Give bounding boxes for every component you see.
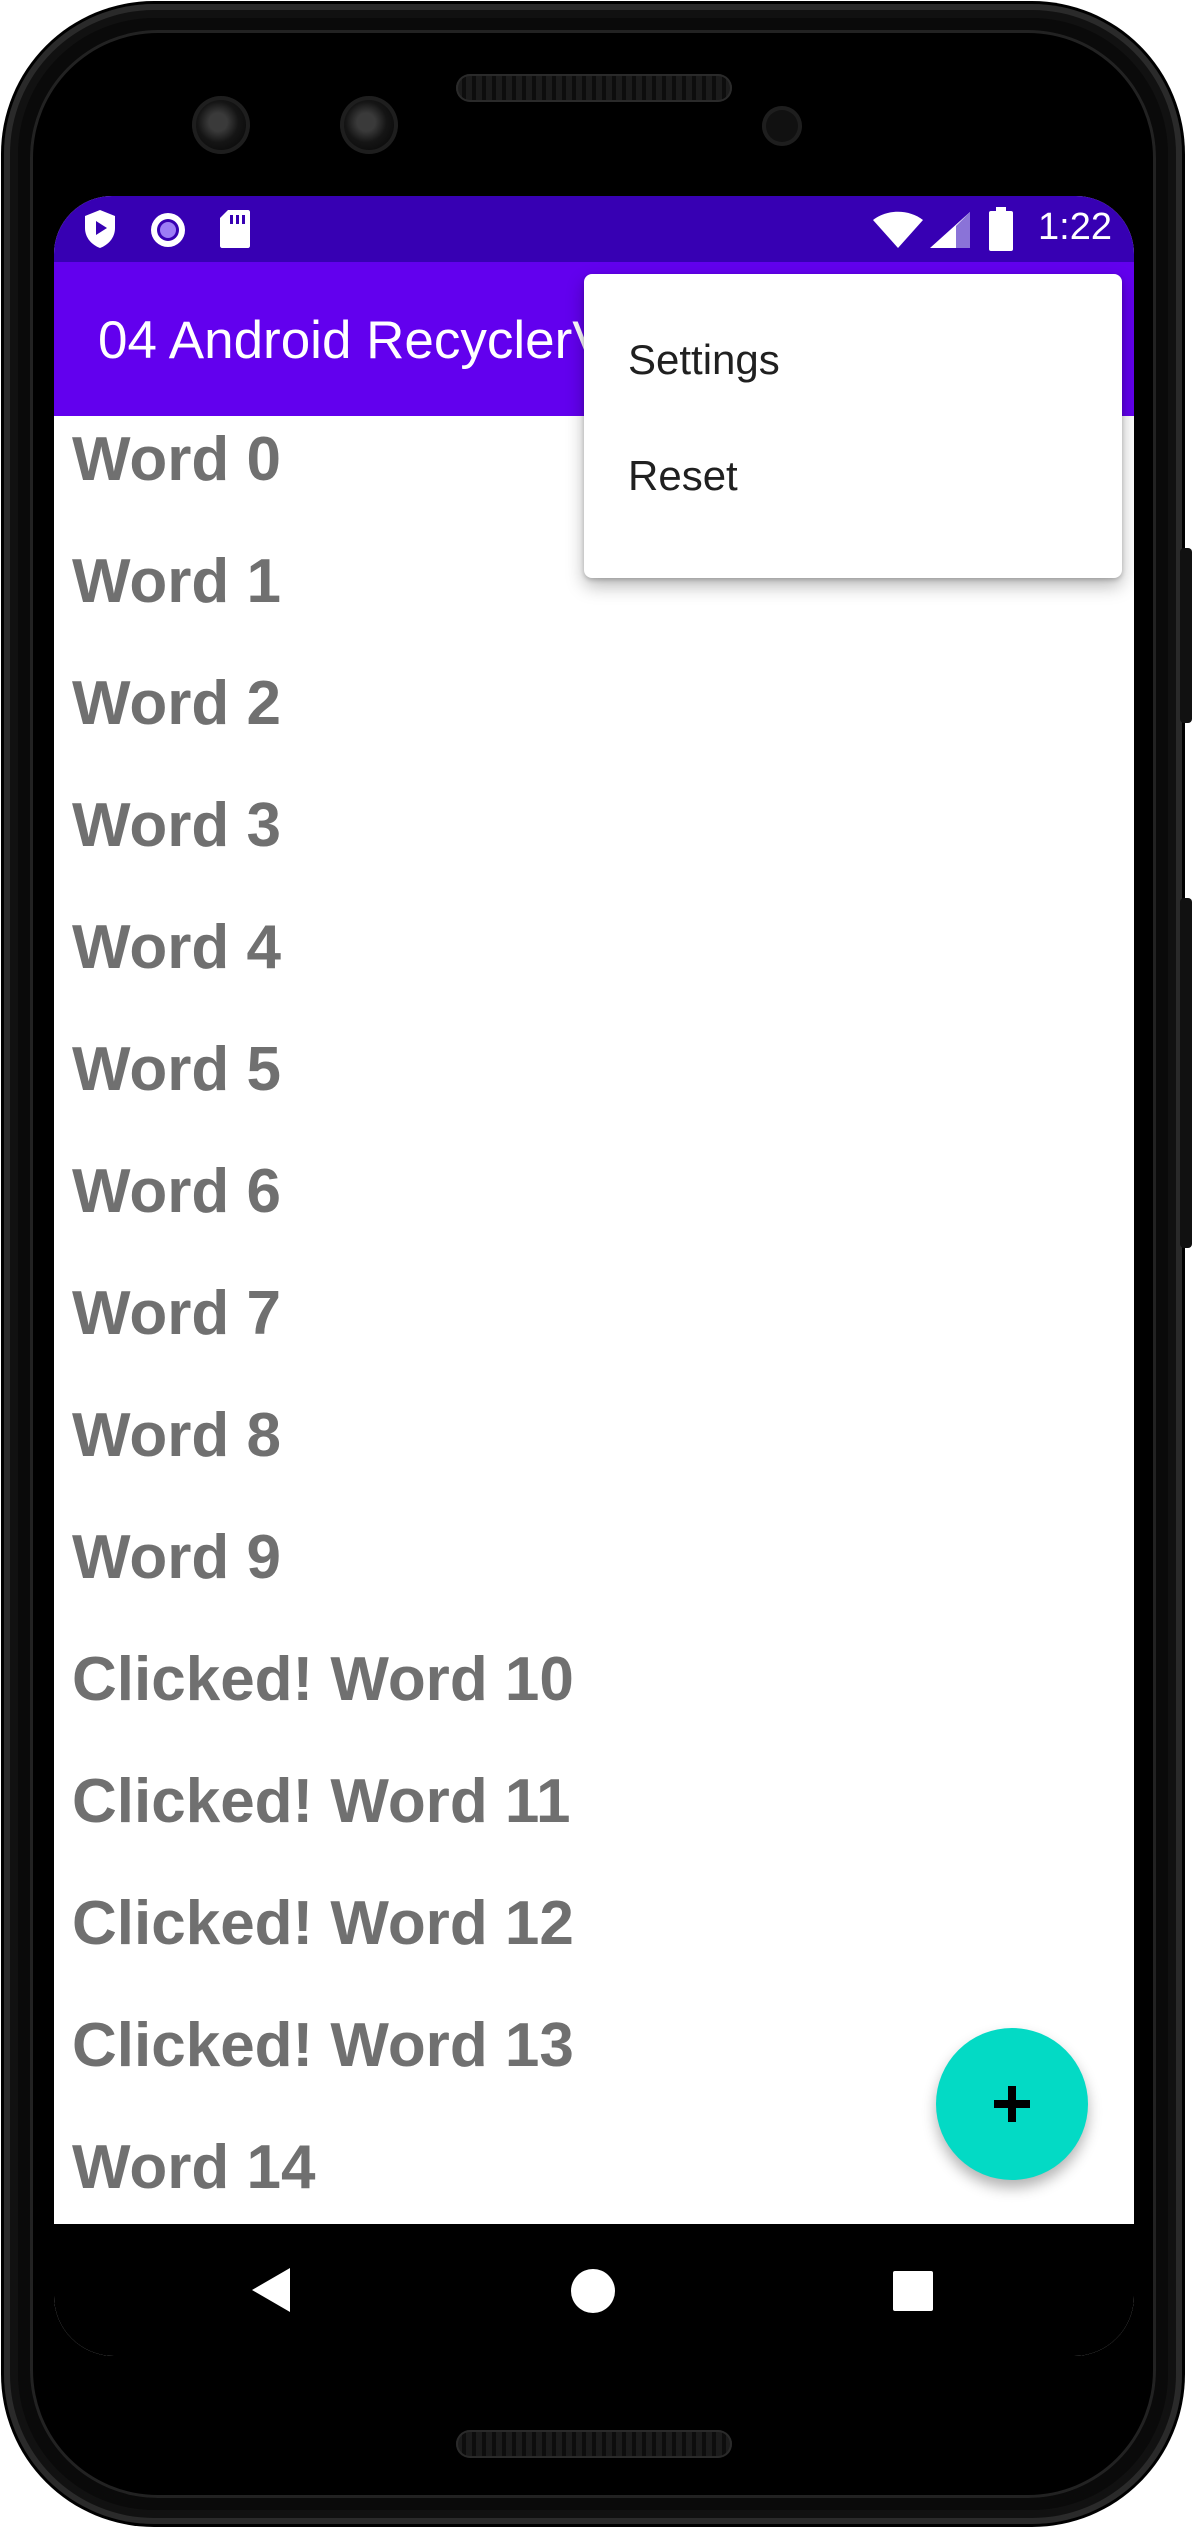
word-list[interactable]: Word 0 Word 1 Word 2 Word 3 Word 4 Word … bbox=[54, 416, 1134, 2246]
wifi-icon bbox=[873, 211, 923, 248]
list-item[interactable]: Word 9 bbox=[54, 1514, 1134, 1636]
menu-item-reset[interactable]: Reset bbox=[584, 426, 1122, 542]
list-item[interactable]: Clicked! Word 12 bbox=[54, 1880, 1134, 2002]
overflow-menu: Settings Reset bbox=[584, 274, 1122, 578]
list-item[interactable]: Word 4 bbox=[54, 904, 1134, 1026]
front-camera-icon bbox=[192, 96, 250, 154]
list-item[interactable]: Clicked! Word 11 bbox=[54, 1758, 1134, 1880]
circle-dot-icon bbox=[151, 213, 185, 247]
list-item[interactable]: Word 3 bbox=[54, 782, 1134, 904]
shield-icon bbox=[85, 210, 115, 248]
proximity-sensor-icon bbox=[762, 106, 802, 146]
top-speaker bbox=[456, 74, 732, 102]
back-icon[interactable] bbox=[250, 2266, 294, 2314]
list-item[interactable]: Word 5 bbox=[54, 1026, 1134, 1148]
front-camera-icon bbox=[340, 96, 398, 154]
status-bar: 1:22 bbox=[54, 196, 1134, 262]
screen: 1:22 04 Android RecyclerView Word 0 Word… bbox=[54, 196, 1134, 2356]
menu-item-settings[interactable]: Settings bbox=[584, 294, 1122, 426]
sd-card-icon bbox=[220, 210, 250, 248]
battery-icon bbox=[989, 207, 1013, 251]
list-item[interactable]: Word 8 bbox=[54, 1392, 1134, 1514]
plus-icon bbox=[994, 2086, 1030, 2122]
volume-button bbox=[1180, 898, 1192, 1248]
navigation-bar bbox=[54, 2224, 1134, 2356]
list-item[interactable]: Word 6 bbox=[54, 1148, 1134, 1270]
add-word-button[interactable] bbox=[936, 2028, 1088, 2180]
list-item[interactable]: Word 2 bbox=[54, 660, 1134, 782]
list-item[interactable]: Word 7 bbox=[54, 1270, 1134, 1392]
power-button bbox=[1180, 548, 1192, 723]
bottom-speaker bbox=[456, 2430, 732, 2458]
recents-icon[interactable] bbox=[892, 2270, 934, 2312]
status-time: 1:22 bbox=[1038, 206, 1112, 248]
signal-icon bbox=[930, 212, 970, 248]
list-item[interactable]: Clicked! Word 10 bbox=[54, 1636, 1134, 1758]
home-icon[interactable] bbox=[570, 2268, 616, 2314]
